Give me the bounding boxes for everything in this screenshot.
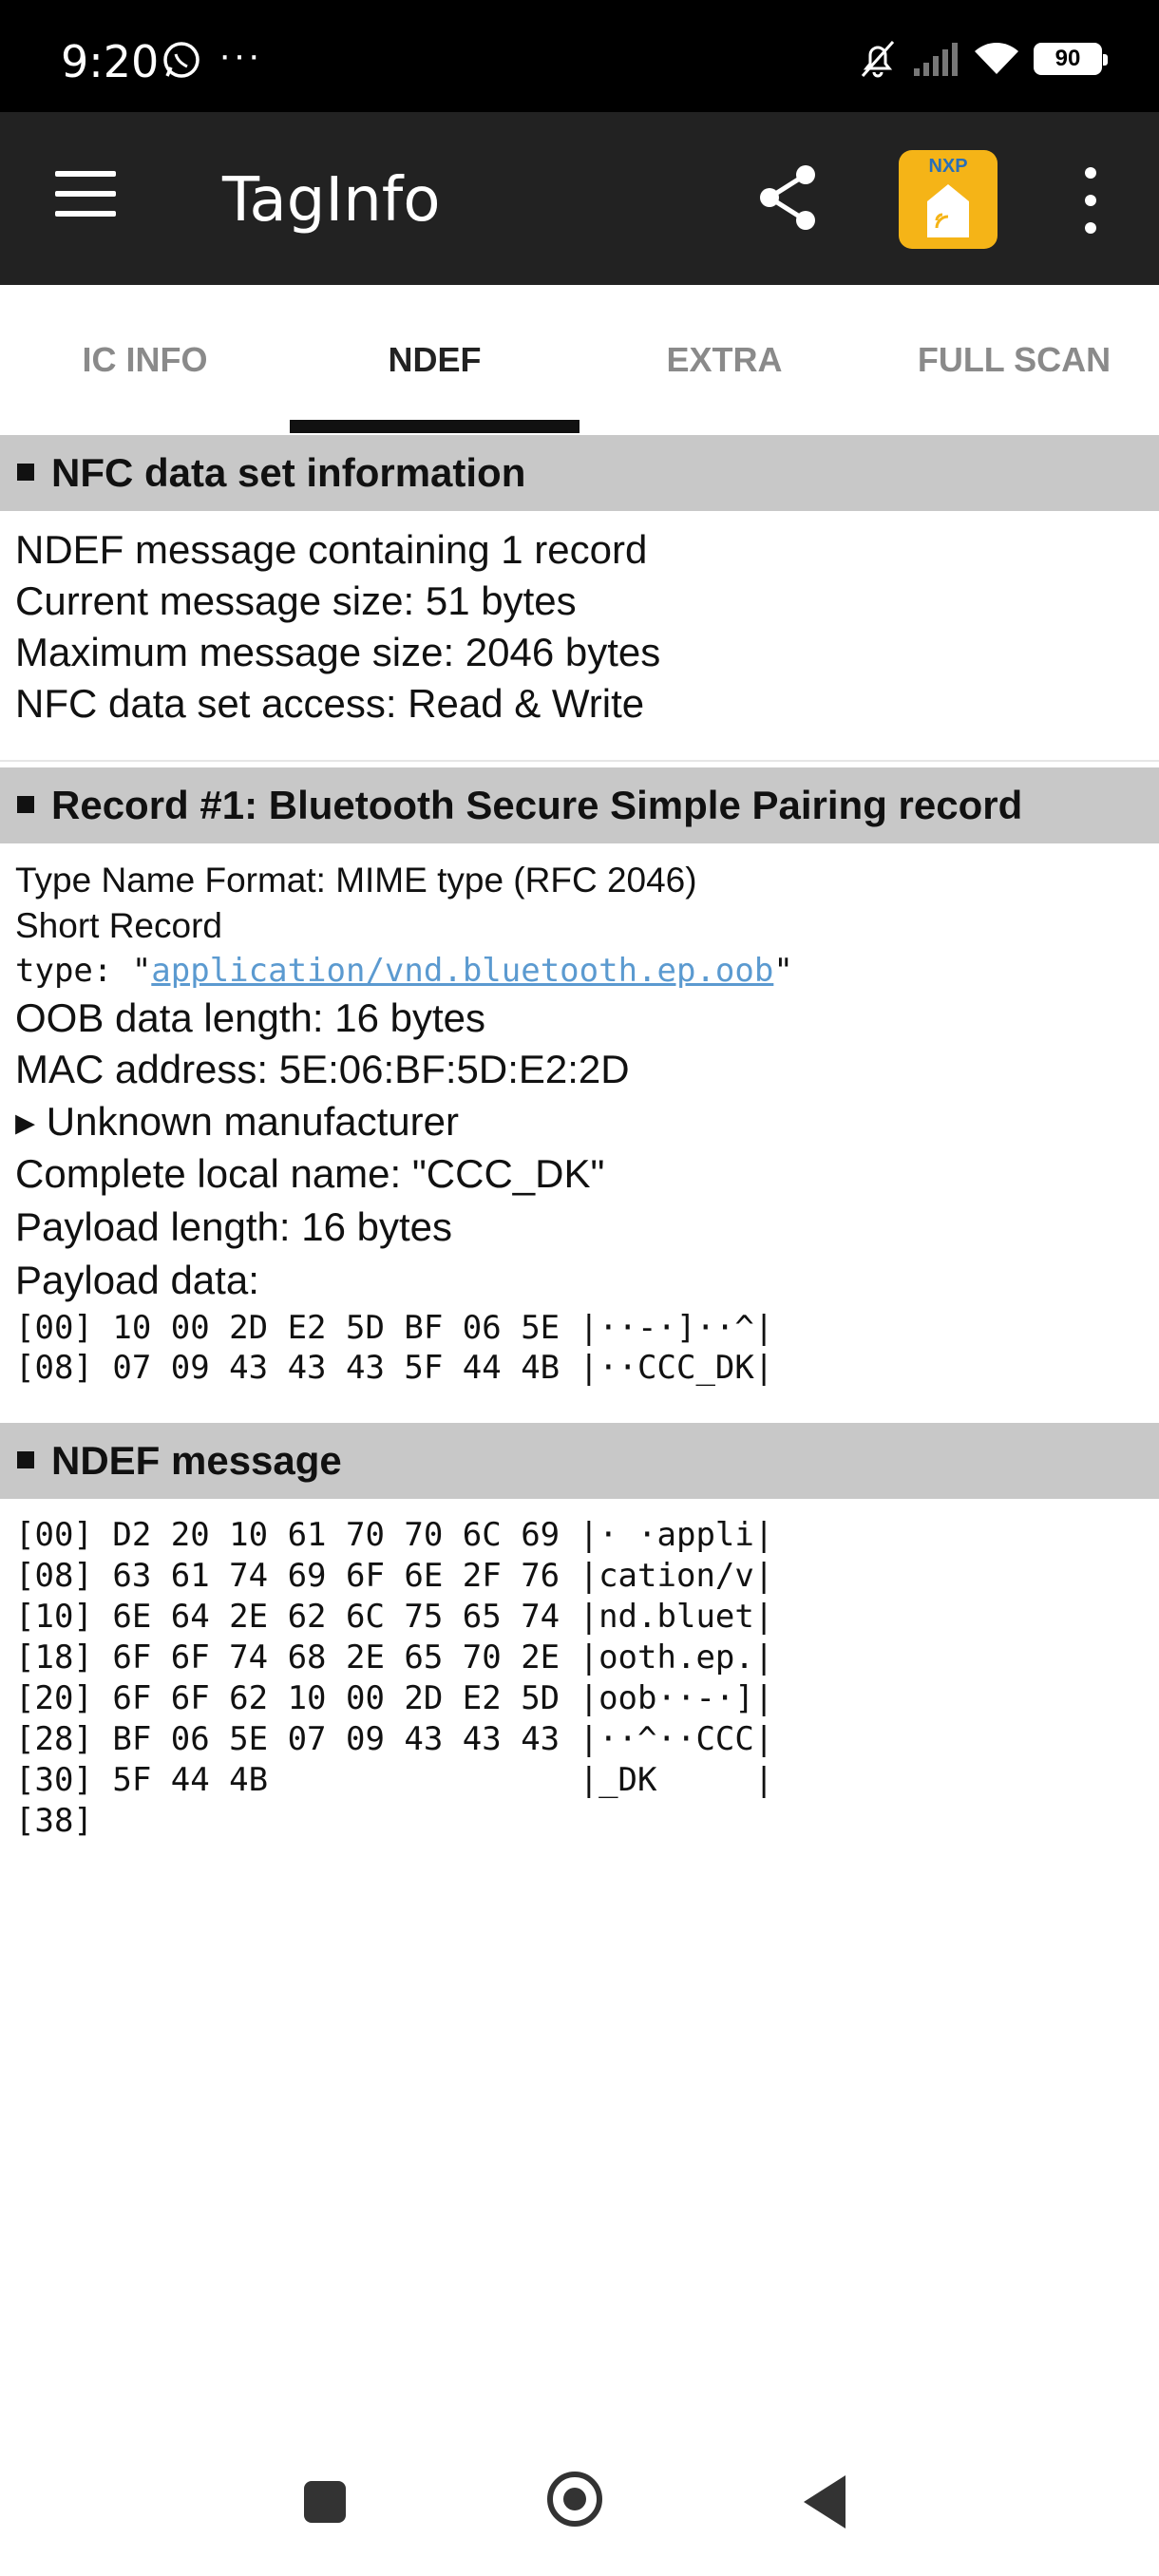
recent-apps-button[interactable] [304, 2481, 346, 2523]
tag-icon [927, 184, 969, 237]
bullet-icon [17, 463, 34, 481]
nfc-info-line: Current message size: 51 bytes [15, 578, 577, 623]
bell-off-icon [861, 41, 895, 78]
active-tab-indicator [290, 420, 580, 433]
nfc-info-line: NDEF message containing 1 record [15, 527, 648, 572]
nfc-info-header: NFC data set information [0, 435, 1159, 511]
record-payload-length: Payload length: 16 bytes [15, 1204, 452, 1249]
back-button[interactable] [804, 2475, 846, 2529]
ndef-hex-line: [38] [15, 1802, 93, 1840]
app-bar: TagInfo NXP [0, 112, 1159, 285]
tab-ndef[interactable]: NDEF [290, 340, 580, 380]
tab-ic-info[interactable]: IC INFO [0, 340, 290, 380]
bullet-icon [17, 1450, 34, 1468]
record-local-name: Complete local name: "CCC_DK" [15, 1151, 605, 1196]
nxp-logo-icon[interactable]: NXP [899, 150, 998, 249]
bullet-icon [17, 795, 34, 813]
ndef-hex-line: [18] 6F 6F 74 68 2E 65 70 2E |ooth.ep.| [15, 1638, 774, 1676]
ndef-hex-line: [00] D2 20 10 61 70 70 6C 69 |· ·appli| [15, 1516, 774, 1554]
record-header-text: Record #1: Bluetooth Secure Simple Pairi… [51, 783, 1023, 827]
record-type-prefix: type: " [15, 952, 152, 990]
home-button[interactable] [547, 2472, 602, 2527]
share-icon[interactable] [756, 163, 819, 232]
nxp-logo-text: NXP [928, 156, 968, 177]
whatsapp-icon [163, 42, 200, 78]
record-payload-label: Payload data: [15, 1258, 259, 1302]
record-short-record: Short Record [15, 906, 222, 945]
tab-extra[interactable]: EXTRA [580, 340, 869, 380]
nfc-info-line: NFC data set access: Read & Write [15, 681, 645, 726]
status-bar: 9:20 ··· 90 [0, 0, 1159, 112]
payload-hex-line: [08] 07 09 43 43 43 5F 44 4B |··CCC_DK| [15, 1349, 774, 1387]
record-oob-length: OOB data length: 16 bytes [15, 995, 485, 1040]
overflow-menu-icon[interactable] [1081, 167, 1100, 234]
status-time: 9:20 [61, 36, 160, 87]
signal-icon [914, 43, 958, 76]
ndef-hex-line: [30] 5F 44 4B |_DK | [15, 1761, 774, 1799]
ndef-hex-line: [10] 6E 64 2E 62 6C 75 65 74 |nd.bluet| [15, 1598, 774, 1636]
battery-icon: 90 [1034, 43, 1108, 75]
ndef-hex-line: [08] 63 61 74 69 6F 6E 2F 76 |cation/v| [15, 1557, 774, 1595]
ndef-hex-line: [20] 6F 6F 62 10 00 2D E2 5D |oob··-·]| [15, 1679, 774, 1717]
menu-icon[interactable] [55, 171, 116, 224]
record-manufacturer[interactable]: ▸ Unknown manufacturer [15, 1098, 459, 1145]
nfc-info-header-text: NFC data set information [51, 450, 526, 495]
ndef-message-header: NDEF message [0, 1423, 1159, 1499]
status-icons: 90 [857, 38, 1108, 80]
record-mac: MAC address: 5E:06:BF:5D:E2:2D [15, 1047, 630, 1091]
record-header: Record #1: Bluetooth Secure Simple Pairi… [0, 767, 1159, 843]
record-type-link[interactable]: application/vnd.bluetooth.ep.oob [151, 952, 773, 990]
tab-bar: IC INFO NDEF EXTRA FULL SCAN [0, 285, 1159, 435]
nfc-info-line: Maximum message size: 2046 bytes [15, 630, 661, 674]
payload-hex-line: [00] 10 00 2D E2 5D BF 06 5E |··-·]··^| [15, 1309, 774, 1347]
ndef-message-header-text: NDEF message [51, 1438, 342, 1483]
more-notifications-icon: ··· [218, 34, 262, 76]
app-title: TagInfo [222, 165, 441, 236]
wifi-icon [975, 43, 1018, 74]
ndef-hex-line: [28] BF 06 5E 07 09 43 43 43 |··^··CCC| [15, 1720, 774, 1758]
tab-full-scan[interactable]: FULL SCAN [869, 340, 1159, 380]
record-type-suffix: " [773, 952, 793, 990]
record-type: type: "application/vnd.bluetooth.ep.oob" [15, 952, 793, 990]
record-tnf: Type Name Format: MIME type (RFC 2046) [15, 861, 697, 900]
divider [0, 760, 1159, 762]
